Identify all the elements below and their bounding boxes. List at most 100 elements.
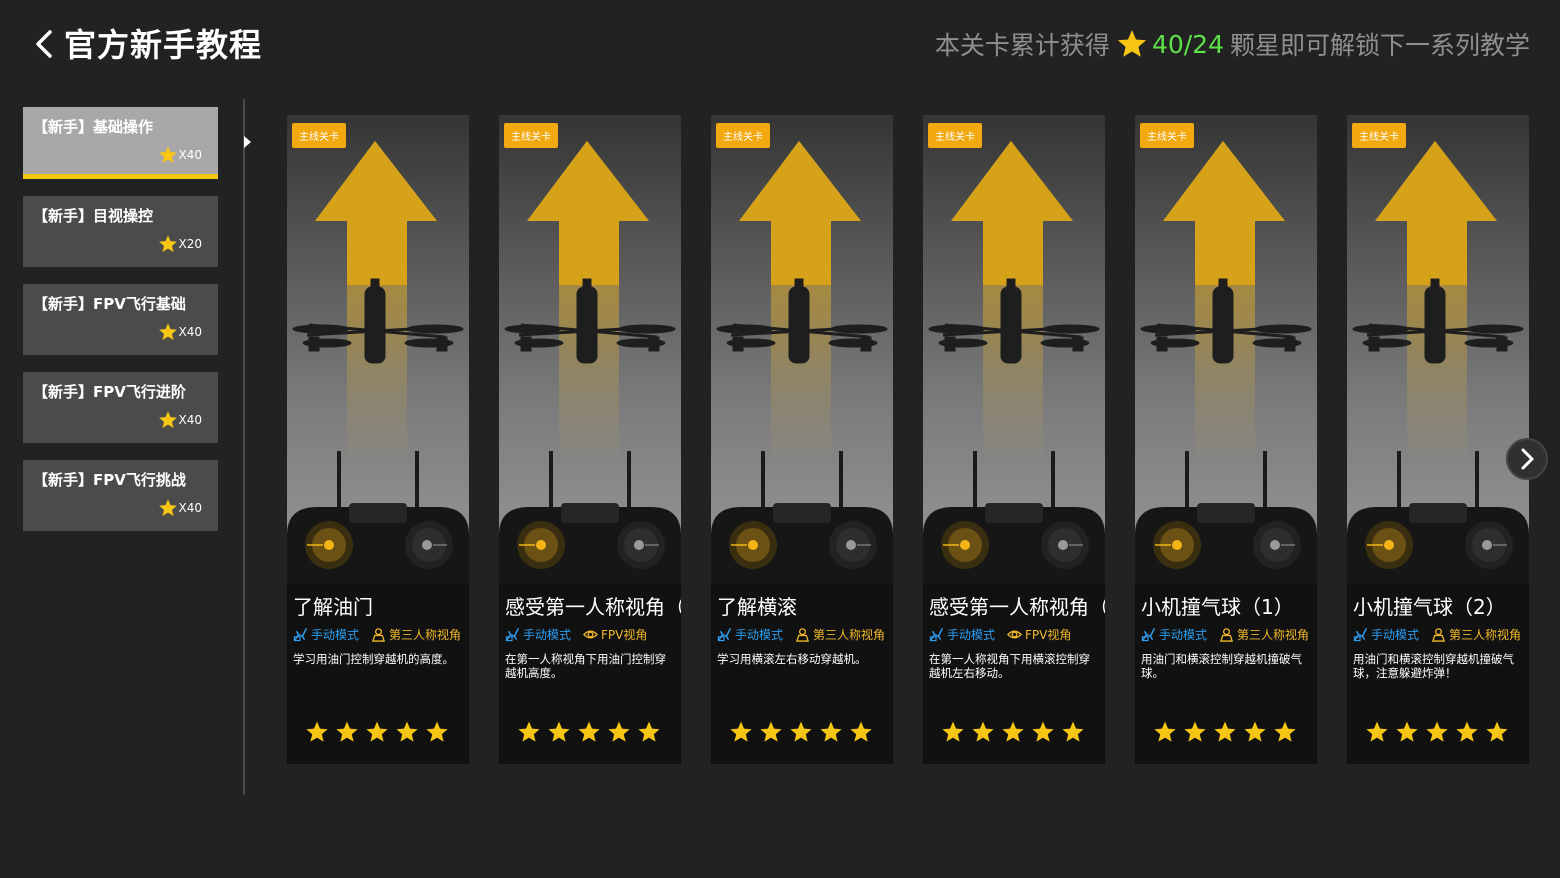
sidebar-item-1[interactable]: 【新手】目视操控 X20 — [23, 196, 218, 267]
next-page-button[interactable] — [1506, 438, 1548, 480]
mainline-badge: 主线关卡 — [1352, 123, 1406, 148]
lesson-illustration — [287, 115, 469, 585]
card-rating — [1153, 720, 1303, 744]
hand-mode-icon — [1353, 628, 1367, 642]
rating-star-icon — [1214, 721, 1236, 742]
unlock-progress: 本关卡累计获得 40/24 颗星即可解锁下一系列教学 — [935, 26, 1530, 62]
rating-star-icon — [760, 721, 782, 742]
card-title: 感受第一人称视角（1） — [505, 595, 681, 619]
eye-icon — [583, 630, 599, 639]
star-icon — [158, 235, 177, 252]
rating-star-icon — [336, 721, 358, 742]
mode-label: 手动模式 — [735, 628, 784, 642]
view-tag: 第三人称视角 — [1431, 626, 1521, 643]
rating-star-icon — [1154, 721, 1176, 742]
sidebar-item-stars: X40 — [158, 322, 202, 342]
view-label: 第三人称视角 — [1449, 628, 1522, 642]
lesson-card[interactable]: 主线关卡了解油门手动模式 第三人称视角 学习用油门控制穿越机的高度。 — [287, 115, 469, 764]
star-icon — [158, 323, 177, 340]
rating-star-icon — [1396, 721, 1418, 742]
person-icon — [371, 628, 386, 642]
sidebar-item-stars: X40 — [158, 145, 203, 165]
page-title: 官方新手教程 — [64, 26, 263, 64]
person-icon — [1219, 628, 1234, 642]
sidebar-item-label: 【新手】FPV飞行基础 — [33, 295, 186, 313]
mainline-badge: 主线关卡 — [292, 123, 346, 148]
hand-mode-icon — [505, 628, 519, 642]
hand-mode-icon — [929, 628, 943, 642]
rating-star-icon — [820, 721, 842, 742]
person-icon — [795, 628, 810, 642]
rating-star-icon — [578, 721, 600, 742]
lesson-card[interactable]: 主线关卡感受第一人称视角（1） 手动模式 FPV视角在第一人称视角下用油门控制穿越机… — [499, 115, 681, 764]
mode-tag: 手动模式 — [505, 626, 571, 643]
card-rating — [1365, 720, 1515, 744]
card-description: 用油门和横滚控制穿越机撞破气球，注意躲避炸弹！ — [1353, 652, 1514, 680]
lesson-card[interactable]: 主线关卡 小机撞气球（2） 手动模式 第三人称视角 用油门和横滚控制穿越机撞破气球，注意… — [1347, 115, 1529, 764]
sidebar-item-4[interactable]: 【新手】FPV飞行挑战 X40 — [23, 460, 218, 531]
person-icon — [1431, 628, 1446, 642]
star-count: X20 — [178, 237, 203, 251]
mainline-badge: 主线关卡 — [928, 123, 982, 148]
view-label: 第三人称视角 — [813, 628, 886, 642]
card-title: 了解油门 — [293, 595, 373, 619]
view-tag: 第三人称视角 — [795, 626, 885, 643]
lesson-illustration — [499, 115, 681, 585]
sidebar-item-0[interactable]: 【新手】基础操作 X40 — [23, 107, 218, 179]
lesson-card[interactable]: 主线关卡感受第一人称视角（2） 手动模式 FPV视角在第一人称视角下用横滚控制穿越机… — [923, 115, 1105, 764]
mode-label: 手动模式 — [947, 628, 996, 642]
back-button[interactable] — [28, 24, 62, 64]
sidebar-item-label: 【新手】FPV飞行挑战 — [33, 471, 186, 489]
star-icon — [158, 499, 177, 516]
rating-star-icon — [1002, 721, 1024, 742]
view-label: 第三人称视角 — [1237, 628, 1310, 642]
rating-star-icon — [1366, 721, 1388, 742]
sidebar-item-3[interactable]: 【新手】FPV飞行进阶 X40 — [23, 372, 218, 443]
view-tag: FPV视角 — [1007, 626, 1071, 643]
mainline-badge: 主线关卡 — [716, 123, 770, 148]
rating-star-icon — [790, 721, 812, 742]
mode-tag: 手动模式 — [717, 626, 783, 643]
lesson-card[interactable]: 主线关卡 了解横滚 手动模式 第三人称视角 学习用横滚左右移动穿越机。 — [711, 115, 893, 764]
card-tags: 手动模式 FPV视角 — [505, 626, 647, 643]
star-icon — [158, 146, 177, 163]
rating-star-icon — [1184, 721, 1206, 742]
card-tags: 手动模式 第三人称视角 — [293, 626, 461, 643]
card-description: 在第一人称视角下用横滚控制穿越机左右移动。 — [929, 652, 1090, 680]
rating-star-icon — [548, 721, 570, 742]
rating-star-icon — [1062, 721, 1084, 742]
sidebar-item-label: 【新手】FPV飞行进阶 — [33, 383, 186, 401]
sidebar-item-2[interactable]: 【新手】FPV飞行基础 X40 — [23, 284, 218, 355]
progress-prefix: 本关卡累计获得 — [934, 31, 1110, 60]
rating-star-icon — [1274, 721, 1296, 742]
active-pointer — [244, 136, 251, 148]
lesson-illustration — [711, 115, 893, 585]
rating-star-icon — [1486, 721, 1508, 742]
chevron-left-icon — [36, 30, 52, 58]
star-count: X40 — [178, 413, 203, 427]
star-count: X40 — [178, 501, 203, 515]
rating-star-icon — [1426, 721, 1448, 742]
mainline-badge: 主线关卡 — [504, 123, 558, 148]
chevron-right-icon — [1521, 448, 1534, 470]
hand-mode-icon — [293, 628, 307, 642]
progress-count: 40/24 — [1151, 29, 1224, 59]
card-title: 小机撞气球（2） — [1353, 595, 1506, 619]
star-count: X40 — [178, 148, 203, 162]
star-icon — [1117, 30, 1147, 57]
rating-star-icon — [426, 721, 448, 742]
rating-star-icon — [396, 721, 418, 742]
lesson-card[interactable]: 主线关卡 小机撞气球（1） 手动模式 第三人称视角 用油门和横滚控制穿越机撞破气球。 — [1135, 115, 1317, 764]
card-tags: 手动模式 第三人称视角 — [717, 626, 885, 643]
sidebar-item-label: 【新手】目视操控 — [33, 207, 154, 225]
rating-star-icon — [1032, 721, 1054, 742]
card-tags: 手动模式 FPV视角 — [929, 626, 1071, 643]
mainline-badge: 主线关卡 — [1140, 123, 1194, 148]
card-description: 学习用油门控制穿越机的高度。 — [293, 652, 454, 666]
mode-label: 手动模式 — [1159, 628, 1208, 642]
view-label: FPV视角 — [601, 628, 648, 642]
mode-tag: 手动模式 — [293, 626, 359, 643]
card-title: 了解横滚 — [717, 595, 797, 619]
rating-star-icon — [518, 721, 540, 742]
rating-star-icon — [366, 721, 388, 742]
